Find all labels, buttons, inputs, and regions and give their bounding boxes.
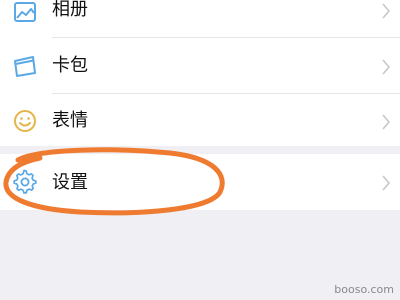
menu-item-label: 卡包 [52, 55, 88, 76]
chevron-right-icon [382, 175, 391, 191]
emoji-icon [14, 110, 36, 132]
menu-item-card-wallet[interactable]: 卡包 [0, 38, 400, 94]
chevron-right-icon [382, 3, 391, 19]
menu-item-settings[interactable]: 设置 [0, 154, 400, 210]
card-wallet-icon [14, 56, 36, 77]
album-icon [14, 2, 36, 22]
gear-icon [13, 169, 37, 194]
menu-item-album[interactable]: 相册 [0, 0, 400, 38]
menu-item-emoji[interactable]: 表情 [0, 94, 400, 150]
menu-group: 相册 卡包 表情 [0, 0, 400, 146]
chevron-right-icon [382, 59, 391, 75]
menu-item-label: 设置 [52, 172, 88, 193]
menu-item-label: 相册 [52, 0, 88, 20]
me-menu-screen: 相册 卡包 表情 设置 booso.com [0, 0, 400, 300]
watermark: booso.com [334, 283, 394, 296]
settings-group: 设置 [0, 154, 400, 210]
chevron-right-icon [382, 114, 391, 130]
menu-item-label: 表情 [52, 110, 88, 131]
